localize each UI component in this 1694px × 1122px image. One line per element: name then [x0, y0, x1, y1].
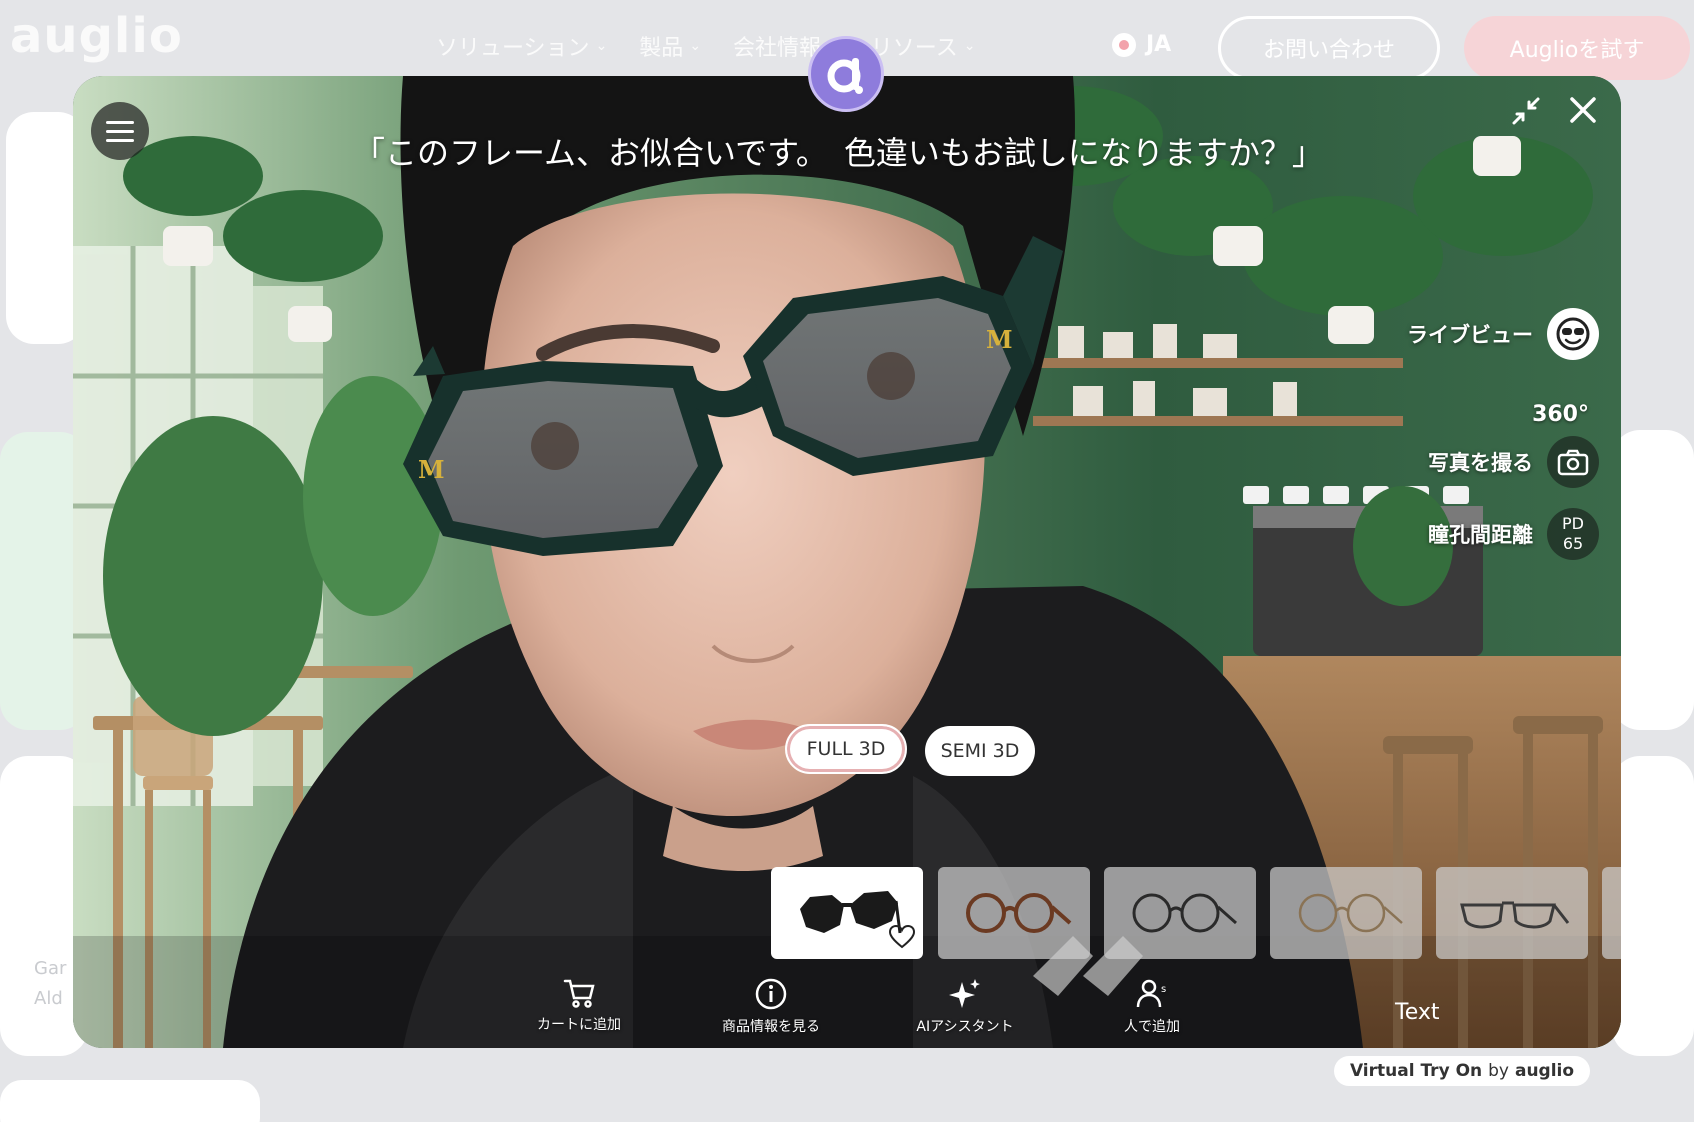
- round-glasses-icon: [1298, 893, 1403, 933]
- svg-text:M: M: [418, 455, 445, 484]
- live-view-label: ライブビュー: [1407, 323, 1533, 347]
- round-glasses-icon: [1132, 893, 1237, 933]
- user-add-icon: s: [1136, 979, 1166, 1008]
- svg-text:M: M: [986, 325, 1013, 354]
- virtual-try-on-modal: M M 「このフレーム、お似合いです。 色違いもお試しになりますか？」 ライブビ…: [73, 76, 1621, 1048]
- brand-name: auglio: [1514, 1061, 1575, 1081]
- try-auglio-button[interactable]: Auglioを試す: [1464, 16, 1690, 80]
- virtual-try-on-brand[interactable]: Virtual Try On by auglio: [1334, 1056, 1590, 1086]
- pd-badge-title: PD: [1562, 514, 1584, 533]
- main-nav: ソリューション ⌄ 製品 ⌄ 会社情報 ⌄ リソース ⌄: [436, 30, 975, 62]
- nav-label: 会社情報: [733, 36, 822, 61]
- chevron-down-icon: ⌄: [689, 38, 702, 54]
- take-photo-label: 写真を撮る: [1428, 451, 1533, 475]
- site-logo[interactable]: auglio: [10, 8, 183, 64]
- view-360-button[interactable]: 360°: [1532, 402, 1589, 427]
- cart-icon: [563, 979, 595, 1008]
- contact-button[interactable]: お問い合わせ: [1218, 16, 1440, 80]
- frame-thumbnail[interactable]: [1436, 867, 1588, 959]
- hamburger-icon-line: [106, 138, 134, 142]
- text-button[interactable]: Text: [1395, 1000, 1440, 1025]
- product-details-button[interactable]: 商品情報を見る: [691, 978, 851, 1036]
- ai-assistant-button[interactable]: AIアシスタント: [885, 978, 1045, 1036]
- minimize-icon[interactable]: [1509, 94, 1543, 132]
- pd-badge: PD 65: [1547, 508, 1599, 560]
- ai-model-label: 人で追加: [1124, 1019, 1180, 1035]
- nav-item-products[interactable]: 製品 ⌄: [639, 30, 701, 62]
- frame-thumbnail[interactable]: [1270, 867, 1422, 959]
- round-glasses-icon: [966, 893, 1072, 933]
- background-card: [1612, 430, 1694, 730]
- brand-by: by: [1488, 1061, 1509, 1081]
- japan-flag-icon: [1112, 32, 1136, 57]
- hamburger-icon-line: [106, 120, 134, 124]
- add-to-cart-button[interactable]: カートに追加: [509, 978, 649, 1034]
- nav-item-solutions[interactable]: ソリューション ⌄: [436, 30, 607, 62]
- menu-button[interactable]: [91, 102, 149, 160]
- semi-3d-button[interactable]: SEMI 3D: [925, 726, 1035, 776]
- brand-prefix: Virtual Try On: [1349, 1061, 1483, 1081]
- chevron-down-icon: ⌄: [963, 38, 976, 54]
- product-details-label: 商品情報を見る: [722, 1019, 820, 1035]
- frame-thumbnail[interactable]: [771, 867, 923, 959]
- pupil-distance-label: 瞳孔間距離: [1428, 523, 1533, 547]
- pupil-distance-button[interactable]: 瞳孔間距離 PD 65: [1428, 508, 1599, 560]
- camera-icon: [1547, 436, 1599, 488]
- sparkle-icon: [949, 979, 980, 1008]
- take-photo-button[interactable]: 写真を撮る: [1428, 436, 1599, 488]
- live-view-toggle[interactable]: ライブビュー: [1407, 308, 1599, 360]
- background-card-text: Gar: [34, 958, 67, 979]
- sunglasses-icon: [800, 891, 902, 934]
- background-card: [1612, 756, 1694, 1056]
- sunglasses-face-icon: [1547, 308, 1599, 360]
- info-icon: [755, 978, 787, 1010]
- nav-label: リソース: [870, 36, 958, 61]
- background-card-text: Ald: [34, 988, 63, 1009]
- frame-thumbnail-partial[interactable]: [1602, 867, 1621, 959]
- hamburger-icon-line: [106, 129, 134, 133]
- close-icon[interactable]: [1567, 94, 1599, 130]
- aviator-glasses-icon: [1460, 901, 1570, 929]
- ai-caption: 「このフレーム、お似合いです。 色違いもお試しになりますか？」: [353, 134, 1324, 172]
- favorite-heart-icon[interactable]: [888, 924, 916, 953]
- chevron-down-icon: ⌄: [595, 38, 608, 54]
- nav-item-resources[interactable]: リソース ⌄: [871, 30, 976, 62]
- nav-label: ソリューション: [436, 36, 590, 61]
- pd-value: 65: [1562, 534, 1584, 553]
- background-card: [0, 1080, 260, 1122]
- add-to-cart-label: カートに追加: [537, 1017, 621, 1033]
- ai-assistant-label: AIアシスタント: [916, 1019, 1014, 1035]
- svg-text:s: s: [1161, 984, 1166, 995]
- frame-thumbnail[interactable]: [938, 867, 1090, 959]
- ai-model-button[interactable]: s 人で追加: [1097, 978, 1207, 1036]
- auglio-badge-icon[interactable]: [808, 36, 884, 112]
- nav-label: 製品: [639, 36, 684, 61]
- frame-thumbnail[interactable]: [1104, 867, 1256, 959]
- language-switcher[interactable]: JA: [1112, 32, 1171, 57]
- language-label: JA: [1146, 32, 1172, 57]
- full-3d-button[interactable]: FULL 3D: [785, 724, 907, 774]
